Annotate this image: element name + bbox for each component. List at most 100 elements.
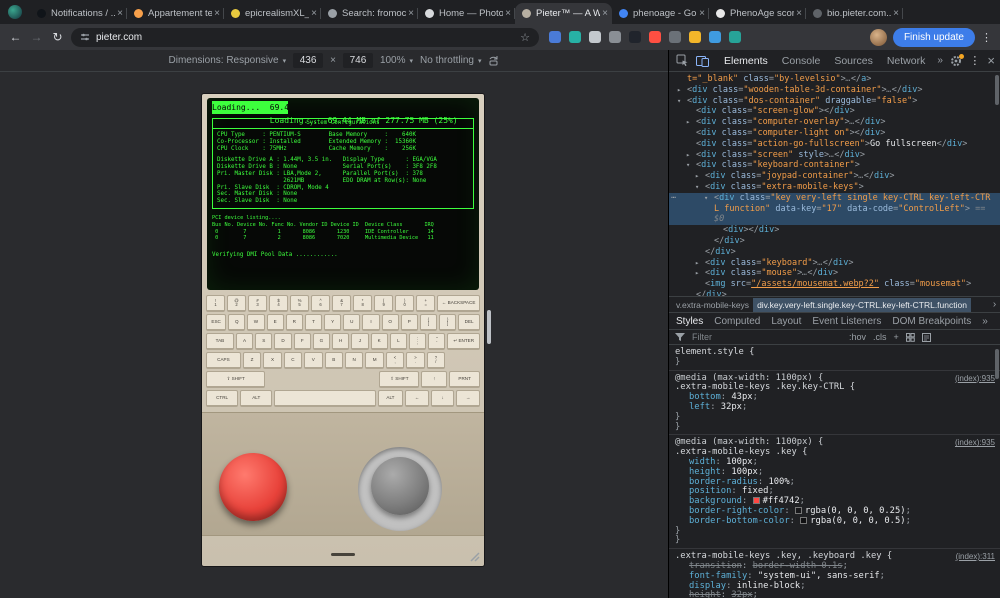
tree-node[interactable]: ▸ <div class="mouse">…</div>: [669, 268, 1000, 279]
keyboard-key[interactable]: ↑: [421, 371, 448, 388]
browser-menu-icon[interactable]: ⋮: [981, 31, 992, 44]
keyboard-key[interactable]: V: [304, 352, 323, 369]
tree-node[interactable]: ▸ <div class="joypad-container">…</div>: [669, 171, 1000, 182]
throttling-select[interactable]: No throttling: [420, 55, 474, 66]
styles-filter-input[interactable]: [692, 332, 842, 342]
drag-handle[interactable]: [331, 553, 355, 556]
styles-scrollbar[interactable]: [995, 349, 999, 379]
more-panels-icon[interactable]: »: [935, 55, 945, 66]
extension-icon[interactable]: [569, 31, 581, 43]
extension-icon[interactable]: [549, 31, 561, 43]
pinned-tab-favicon[interactable]: [8, 5, 22, 19]
tree-node[interactable]: <div class="computer-light on"></div>: [669, 128, 1000, 139]
tree-collapse-icon[interactable]: ▾: [686, 160, 690, 171]
keyboard-key[interactable]: TAB: [206, 333, 234, 350]
device-toolbar-icon[interactable]: [694, 53, 711, 69]
keyboard-key[interactable]: CTRL: [206, 390, 239, 407]
finish-update-button[interactable]: Finish update: [892, 27, 975, 47]
keyboard-key[interactable]: H: [332, 333, 350, 350]
keyboard-key[interactable]: P: [400, 314, 418, 331]
tab-close-icon[interactable]: ×: [699, 8, 705, 19]
browser-tab[interactable]: Search: fromoc...×: [321, 3, 418, 24]
keyboard-key[interactable]: ⇧ SHIFT: [206, 371, 266, 388]
keyboard-key[interactable]: ALT: [240, 390, 273, 407]
keyboard-key[interactable]: @2: [227, 295, 247, 312]
elements-scrollbar[interactable]: [995, 75, 999, 105]
tree-node[interactable]: t="_blank" class="by-levelsio">…</a>: [669, 74, 1000, 85]
tree-node[interactable]: ▸ <div class="computer-overlay">…</div>: [669, 117, 1000, 128]
keyboard-key[interactable]: N: [344, 352, 364, 369]
keyboard-key[interactable]: }]: [439, 314, 457, 331]
url-field[interactable]: pieter.com ☆: [71, 27, 539, 47]
keyboard-key[interactable]: ) 0: [395, 295, 415, 312]
tab-close-icon[interactable]: ×: [311, 8, 317, 19]
keyboard-key[interactable]: ↵ ENTER: [447, 333, 480, 350]
breadcrumb-next-icon[interactable]: ›: [989, 297, 1000, 312]
tree-node[interactable]: ▸ <div class="screen" style>…</div>: [669, 150, 1000, 161]
tree-node[interactable]: <div class="screen-glow"></div>: [669, 106, 1000, 117]
keyboard-key[interactable]: A: [235, 333, 254, 350]
keyboard-key[interactable]: ^ 6: [311, 295, 331, 312]
color-swatch-icon[interactable]: [800, 516, 808, 524]
tree-expand-icon[interactable]: ▸: [695, 258, 699, 269]
css-property[interactable]: height: 32px;: [675, 590, 994, 598]
extension-icon[interactable]: [709, 31, 721, 43]
browser-tab[interactable]: PhenoAge scor...×: [709, 3, 806, 24]
keyboard-key[interactable]: " ': [428, 333, 446, 350]
keyboard-key[interactable]: L: [389, 333, 408, 350]
browser-tab[interactable]: epicrealismXL_...×: [224, 3, 321, 24]
tree-collapse-icon[interactable]: ▾: [695, 182, 699, 193]
grid-overlay-icon[interactable]: [905, 332, 915, 342]
dimensions-select[interactable]: Dimensions: Responsive: [169, 55, 279, 66]
more-styles-tabs-icon[interactable]: »: [982, 316, 988, 327]
device-height-input[interactable]: 746: [342, 53, 373, 68]
keyboard-key[interactable]: T: [304, 314, 323, 331]
devtools-tab-sources[interactable]: Sources: [827, 50, 880, 72]
tree-node[interactable]: ▾ <div class="keyboard-container">: [669, 160, 1000, 171]
keyboard-key[interactable]: :;: [409, 333, 427, 350]
new-style-rule-button[interactable]: +: [894, 332, 899, 342]
extension-icon[interactable]: [609, 31, 621, 43]
keyboard-key[interactable]: W: [247, 314, 265, 331]
viewport-scrollbar[interactable]: [487, 310, 491, 344]
tree-node[interactable]: </div>: [669, 236, 1000, 247]
keyboard-key[interactable]: PRNT: [449, 371, 480, 388]
keyboard-key[interactable]: O: [381, 314, 399, 331]
tree-node[interactable]: ▸ <div class="keyboard">…</div>: [669, 258, 1000, 269]
keyboard-key[interactable]: ⇧ SHIFT: [379, 371, 420, 388]
keyboard-key[interactable]: I: [362, 314, 380, 331]
color-swatch-icon[interactable]: [752, 497, 760, 505]
keyboard-key[interactable]: % 5: [290, 295, 310, 312]
browser-tab[interactable]: Pieter™ — A Wi...×: [515, 3, 612, 24]
keyboard-key[interactable]: R: [285, 314, 303, 331]
tree-expand-icon[interactable]: ▸: [677, 85, 681, 96]
keyboard-key[interactable]: $4: [269, 295, 289, 312]
tab-close-icon[interactable]: ×: [408, 8, 414, 19]
breadcrumb-item[interactable]: v.extra-mobile-keys: [672, 298, 753, 312]
settings-gear-icon[interactable]: [950, 53, 965, 67]
keyboard-key[interactable]: ! 1: [206, 295, 226, 312]
tab-close-icon[interactable]: ×: [796, 8, 802, 19]
profile-avatar[interactable]: [869, 28, 887, 46]
tree-node[interactable]: ▾ <div class="dos-container" draggable="f…: [669, 96, 1000, 107]
keyboard-key[interactable]: ↓: [430, 390, 455, 407]
close-icon[interactable]: ×: [987, 53, 995, 68]
breadcrumb-item[interactable]: div.key.very-left.single.key-CTRL.key-le…: [753, 297, 971, 312]
tree-expand-icon[interactable]: ▸: [686, 117, 690, 128]
tree-expand-icon[interactable]: ▸: [686, 150, 690, 161]
keyboard-key[interactable]: <,: [385, 352, 405, 369]
browser-tab[interactable]: bio.pieter.com... ×: [806, 3, 903, 24]
css-property[interactable]: border-bottom-color: rgba(0, 0, 0, 0.5);: [675, 516, 994, 527]
keyboard-key[interactable]: E: [266, 314, 284, 331]
keyboard-key[interactable]: →: [456, 390, 480, 407]
devtools-menu-icon[interactable]: ⋮: [969, 54, 980, 67]
resize-corner-icon[interactable]: [468, 550, 480, 562]
keyboard-key[interactable]: S: [255, 333, 273, 350]
keyboard-key[interactable]: ALT: [377, 390, 404, 407]
bookmark-star-icon[interactable]: ☆: [520, 31, 530, 44]
tab-close-icon[interactable]: ×: [117, 8, 123, 19]
styles-tab-event-listeners[interactable]: Event Listeners: [812, 316, 881, 327]
keyboard-key[interactable]: M: [365, 352, 384, 369]
keyboard-key[interactable]: C: [283, 352, 303, 369]
tree-expand-icon[interactable]: ▸: [695, 171, 699, 182]
